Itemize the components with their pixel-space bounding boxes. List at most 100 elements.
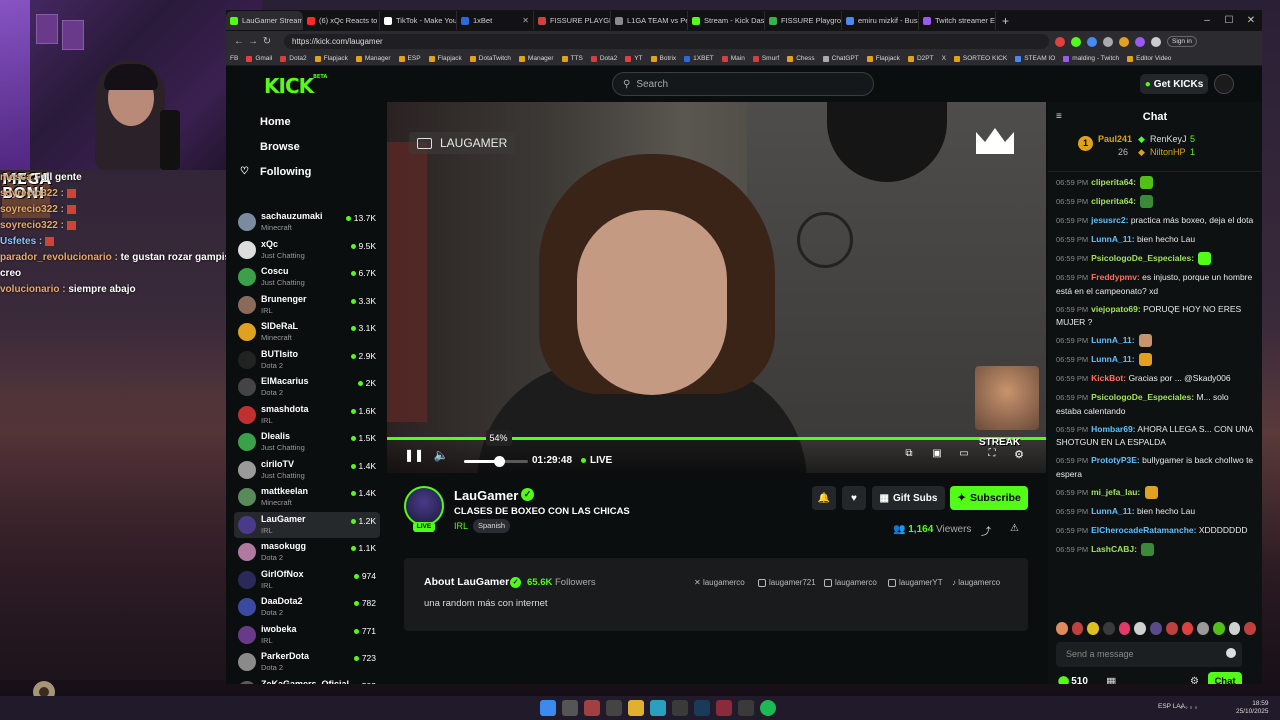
forward-icon[interactable]: → <box>246 36 260 47</box>
bookmark-item[interactable]: FB <box>230 55 238 62</box>
nav-following[interactable]: ♡ Following <box>240 166 311 178</box>
bookmark-item[interactable]: Manager <box>355 55 391 62</box>
taskbar-app-icon[interactable] <box>672 700 688 716</box>
browser-tab[interactable]: emiru mizkif - Buscar...✕ <box>842 11 919 30</box>
bookmark-item[interactable]: Flapjack <box>428 55 462 62</box>
social-link-instagram[interactable]: laugamerco <box>824 578 877 587</box>
chat-username[interactable]: Hombar69: <box>1091 424 1135 434</box>
extension-icon[interactable] <box>1071 36 1081 47</box>
settings-gear-icon[interactable]: ⚙ <box>1010 448 1028 466</box>
pause-button[interactable]: ❚❚ <box>404 448 424 466</box>
minimize-button[interactable]: – <box>1196 15 1218 26</box>
extension-icon[interactable] <box>1151 36 1161 47</box>
sidebar-channel-item[interactable]: SIDeRaL Minecraft 3.1K <box>234 319 380 345</box>
search-icon[interactable] <box>562 700 578 716</box>
kick-points[interactable]: ⬤ 510 <box>1058 676 1088 684</box>
bookmark-item[interactable]: STEAM IO <box>1015 55 1055 62</box>
video-player[interactable]: LAUGAMER ❚❚ 🔈 54% 01:29:48 LIVE ⧉ ▣ ▭ ⛶ … <box>387 102 1046 473</box>
gift-subs-button[interactable]: ▦ Gift Subs <box>872 486 945 510</box>
sidebar-channel-item[interactable]: GirlOfNox IRL 974 <box>234 567 380 593</box>
emote-icon[interactable] <box>1228 622 1241 635</box>
bookmark-item[interactable]: X <box>942 55 946 62</box>
notification-bell-button[interactable]: 🔔 <box>812 486 836 510</box>
chat-username[interactable]: ElCherocadeRatamanche: <box>1091 525 1196 535</box>
streamer-name[interactable]: LauGamer <box>454 488 518 503</box>
sidebar-channel-item[interactable]: xQc Just Chatting 9.5K <box>234 237 380 263</box>
folder-icon[interactable] <box>628 700 644 716</box>
browser-tab[interactable]: 1xBet ✕ <box>457 11 534 30</box>
chat-username[interactable]: cliperita64: <box>1091 196 1136 206</box>
sidebar-channel-item[interactable]: ElMacarius Dota 2 2K <box>234 374 380 400</box>
browser-tab[interactable]: Stream - Kick Dashbo...✕ <box>688 11 765 30</box>
search-input[interactable]: ⚲ Search <box>612 72 874 96</box>
browser-tab[interactable]: FISSURE PLAYGROUND✕ <box>534 11 611 30</box>
sidebar-channel-item[interactable]: ZeKaGamers_Oficial 503 <box>234 677 380 684</box>
theater-mode-icon[interactable]: ▭ <box>955 448 973 466</box>
volume-thumb[interactable] <box>493 456 505 467</box>
social-link-facebook[interactable]: laugamer721 <box>758 578 816 587</box>
bookmark-item[interactable]: YT <box>625 55 643 62</box>
url-field[interactable]: https://kick.com/laugamer <box>284 34 1049 49</box>
sidebar-channel-item[interactable]: Dlealis Just Chatting 1.5K <box>234 429 380 455</box>
sidebar-channel-item[interactable]: Coscu Just Chatting 6.7K <box>234 264 380 290</box>
emote-icon[interactable] <box>1165 622 1178 635</box>
taskbar-clock[interactable]: 18:59 25/10/2025 <box>1236 700 1269 716</box>
bookmark-item[interactable]: Chess <box>787 55 815 62</box>
bookmark-item[interactable]: Manager <box>518 55 554 62</box>
social-link-x[interactable]: ✕ laugamerco <box>694 578 745 587</box>
browser-tab[interactable]: (6) xQc Reacts to Emir...✕ <box>303 11 380 30</box>
gear-icon[interactable]: ⚙ <box>1190 676 1199 684</box>
taskbar-app-icon[interactable] <box>716 700 732 716</box>
back-icon[interactable]: ← <box>232 36 246 47</box>
sidebar-channel-item[interactable]: sachauzumaki Minecraft 13.7K <box>234 209 380 235</box>
clip-icon[interactable]: ▣ <box>928 448 946 466</box>
share-icon[interactable]: ⤴ <box>981 523 991 538</box>
chat-username[interactable]: LunnA_11: <box>1091 354 1134 364</box>
social-link-tiktok[interactable]: ♪ laugamerco <box>952 578 1000 587</box>
extension-icon[interactable] <box>1103 36 1113 47</box>
bookmark-item[interactable]: DotaTwitch <box>469 55 511 62</box>
nav-home[interactable]: Home <box>260 116 291 128</box>
bookmark-item[interactable]: SORTEO KICK <box>953 55 1007 62</box>
bookmark-item[interactable]: TTS <box>561 55 583 62</box>
sidebar-channel-item[interactable]: ParkerDota Dota 2 723 <box>234 649 380 675</box>
get-kicks-button[interactable]: ● Get KICKs <box>1140 74 1208 94</box>
sidebar-channel-item[interactable]: BUTIsito Dota 2 2.9K <box>234 347 380 373</box>
chat-username[interactable]: mi_jefa_lau: <box>1091 487 1140 497</box>
sidebar-channel-item[interactable]: DaaDota2 Dota 2 782 <box>234 594 380 620</box>
taskbar-app-icon[interactable] <box>584 700 600 716</box>
emote-icon[interactable] <box>1197 622 1209 635</box>
volume-slider[interactable]: 54% <box>464 430 528 467</box>
extension-icon[interactable] <box>1087 36 1097 47</box>
sidebar-channel-item[interactable]: Brunenger IRL 3.3K <box>234 292 380 318</box>
windows-start-icon[interactable] <box>540 700 556 716</box>
sign-in-button[interactable]: Sign in <box>1167 36 1197 47</box>
taskbar-app-icon[interactable] <box>606 700 622 716</box>
bookmark-item[interactable]: Flapjack <box>314 55 348 62</box>
system-tray[interactable]: ◦◦◦◦ <box>1180 703 1199 712</box>
bookmark-item[interactable]: Dota2 <box>280 55 307 62</box>
chat-username[interactable]: PsicologoDe_Especiales: <box>1091 392 1194 402</box>
maximize-button[interactable]: ☐ <box>1218 15 1240 26</box>
bookmark-item[interactable]: malding - Twitch <box>1063 55 1119 62</box>
sidebar-channel-item[interactable]: mattkeelan Minecraft 1.4K <box>234 484 380 510</box>
spotify-icon[interactable] <box>760 700 776 716</box>
sidebar-channel-item[interactable]: cirilоTV Just Chatting 1.4K <box>234 457 380 483</box>
sidebar-channel-item[interactable]: iwobeka IRL 771 <box>234 622 380 648</box>
chat-username[interactable]: Freddypmv: <box>1091 272 1140 282</box>
close-window-button[interactable]: ✕ <box>1240 15 1262 26</box>
bookmark-item[interactable]: Smurf <box>752 55 779 62</box>
extension-icon[interactable] <box>1055 36 1065 47</box>
browser-tab[interactable]: L1GA TEAM vs Peru Fi...✕ <box>611 11 688 30</box>
volume-icon[interactable]: 🔈 <box>432 448 450 466</box>
steam-icon[interactable] <box>694 700 710 716</box>
bookmark-item[interactable]: ChatGPT <box>822 55 859 62</box>
bookmark-item[interactable]: ESP <box>398 55 421 62</box>
stream-tag[interactable]: Spanish <box>473 519 511 533</box>
chat-username[interactable]: PsicologoDe_Especiales: <box>1091 253 1194 263</box>
gift-icon[interactable]: ▦ <box>1106 675 1116 684</box>
bookmark-item[interactable]: 1XBET <box>684 55 714 62</box>
new-tab-button[interactable]: + <box>996 14 1015 28</box>
emote-icon[interactable] <box>1134 622 1147 635</box>
warning-icon[interactable]: ⚠ <box>1010 523 1019 534</box>
